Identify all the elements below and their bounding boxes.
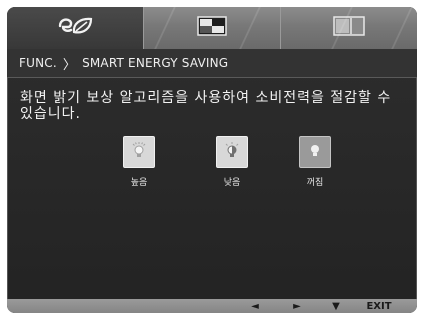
energy-options: 높음 낮음 꺼짐 [120,136,340,206]
down-arrow-button[interactable]: ▼ [326,299,346,313]
tab-picture[interactable] [144,7,281,49]
breadcrumb-separator: 〉 [62,57,77,73]
option-off-label: 꺼짐 [306,178,324,188]
left-arrow-button[interactable]: ◄ [245,299,265,313]
option-off[interactable]: 꺼짐 [296,136,334,198]
tab-bar [7,7,417,49]
bulb-high-icon [130,141,148,163]
exit-button[interactable]: EXIT [362,299,396,313]
description-text: 화면 밝기 보상 알고리즘을 사용하여 소비전력을 절감할 수 있습니다. [20,90,392,122]
bulb-low-icon [223,141,241,163]
option-high-label: 높음 [130,178,148,188]
tab-layout[interactable] [281,7,417,49]
tab-eco[interactable] [7,7,144,49]
right-arrow-button[interactable]: ► [287,299,307,313]
breadcrumb-func: FUNC. [19,56,57,70]
option-low-box[interactable] [216,136,248,168]
bulb-off-icon [306,141,324,163]
page-title: SMART ENERGY SAVING [82,56,229,70]
option-low[interactable]: 낮음 [213,136,251,198]
picture-icon [197,16,227,40]
option-high-box[interactable] [123,136,155,168]
option-off-box[interactable] [299,136,331,168]
eco-leaf-icon [56,16,94,40]
option-low-label: 낮음 [223,178,241,188]
breadcrumb: FUNC. 〉 SMART ENERGY SAVING [7,49,417,78]
osd-window: FUNC. 〉 SMART ENERGY SAVING 화면 밝기 보상 알고리… [7,7,417,313]
bottom-bar: ◄ ► ▼ EXIT [7,299,417,313]
option-high[interactable]: 높음 [120,136,158,198]
